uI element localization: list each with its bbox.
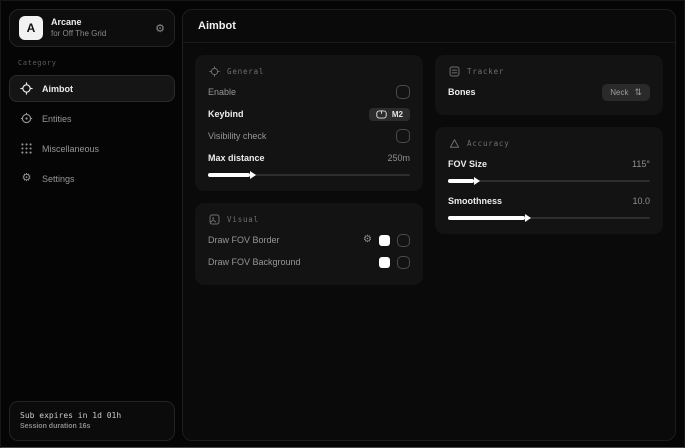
triangle-icon: [448, 137, 460, 149]
smoothness-slider-fill: [448, 216, 525, 220]
app-window: A Arcane for Off The Grid ⚙ Category Aim…: [0, 0, 685, 448]
entities-icon: [20, 112, 33, 125]
tracker-card: Tracker Bones Neck ⇅: [435, 55, 663, 115]
app-logo: A: [19, 16, 43, 40]
app-subtitle: for Off The Grid: [51, 29, 147, 39]
bones-label: Bones: [448, 87, 476, 97]
sidebar-nav: Aimbot Entities: [9, 75, 175, 192]
keybind-value: M2: [392, 110, 403, 119]
smoothness-row: Smoothness 10.0: [448, 190, 650, 212]
fov-size-slider[interactable]: [448, 177, 650, 185]
fov-size-label: FOV Size: [448, 159, 487, 169]
layers-icon: [448, 65, 460, 77]
sidebar-item-label: Entities: [42, 114, 72, 124]
category-label: Category: [18, 59, 175, 67]
visibility-check-row: Visibility check: [208, 125, 410, 147]
keybind-row: Keybind M2: [208, 103, 410, 125]
bones-select[interactable]: Neck ⇅: [602, 84, 650, 101]
enable-checkbox[interactable]: [396, 85, 410, 99]
enable-row: Enable: [208, 81, 410, 103]
sidebar-item-aimbot[interactable]: Aimbot: [9, 75, 175, 102]
general-card: General Enable Keybind M2: [195, 55, 423, 191]
sidebar-item-label: Aimbot: [42, 84, 73, 94]
smoothness-label: Smoothness: [448, 196, 502, 206]
image-icon: [208, 213, 220, 225]
visibility-check-checkbox[interactable]: [396, 129, 410, 143]
gear-icon: ⚙: [20, 172, 33, 185]
crosshair-icon: [208, 65, 220, 77]
fov-border-gear-icon[interactable]: ⚙: [363, 235, 372, 245]
card-title-general: General: [227, 67, 264, 76]
max-distance-slider[interactable]: [208, 171, 410, 179]
sidebar-item-label: Miscellaneous: [42, 144, 99, 154]
keybind-label: Keybind: [208, 109, 244, 119]
settings-gear-icon[interactable]: ⚙: [155, 22, 165, 35]
draw-fov-border-row: Draw FOV Border ⚙: [208, 229, 410, 251]
fov-size-row: FOV Size 115°: [448, 153, 650, 175]
sidebar-item-label: Settings: [42, 174, 75, 184]
main-header: Aimbot: [183, 10, 675, 43]
main-panel: Aimbot General: [182, 9, 676, 441]
max-distance-slider-fill: [208, 173, 250, 177]
sidebar-item-entities[interactable]: Entities: [9, 105, 175, 132]
fov-border-color-swatch[interactable]: [379, 235, 390, 246]
crosshair-icon: [20, 82, 33, 95]
card-title-accuracy: Accuracy: [467, 139, 510, 148]
draw-fov-background-label: Draw FOV Background: [208, 257, 301, 267]
enable-label: Enable: [208, 87, 236, 97]
sidebar: A Arcane for Off The Grid ⚙ Category Aim…: [9, 9, 175, 441]
brand-card: A Arcane for Off The Grid ⚙: [9, 9, 175, 47]
accuracy-card: Accuracy FOV Size 115° Smoothness 10.0: [435, 127, 663, 234]
bones-row: Bones Neck ⇅: [448, 81, 650, 103]
max-distance-label: Max distance: [208, 153, 265, 163]
subscription-card: Sub expires in 1d 01h Session duration 1…: [9, 401, 175, 442]
draw-fov-border-checkbox[interactable]: [397, 234, 410, 247]
app-title: Arcane: [51, 17, 147, 28]
visual-card: Visual Draw FOV Border ⚙ Draw FOV Backgr…: [195, 203, 423, 285]
session-duration-text: Session duration 16s: [20, 422, 164, 433]
mouse-icon: [376, 110, 387, 119]
max-distance-row: Max distance 250m: [208, 147, 410, 169]
smoothness-slider[interactable]: [448, 214, 650, 222]
page-title: Aimbot: [198, 20, 236, 32]
sidebar-item-miscellaneous[interactable]: Miscellaneous: [9, 135, 175, 162]
bones-selected-value: Neck: [610, 88, 628, 97]
draw-fov-background-checkbox[interactable]: [397, 256, 410, 269]
sidebar-item-settings[interactable]: ⚙ Settings: [9, 165, 175, 192]
draw-fov-background-row: Draw FOV Background: [208, 251, 410, 273]
card-title-visual: Visual: [227, 215, 259, 224]
updown-arrows-icon: ⇅: [634, 87, 642, 98]
fov-size-slider-fill: [448, 179, 474, 183]
visibility-check-label: Visibility check: [208, 131, 266, 141]
sub-expires-text: Sub expires in 1d 01h: [20, 410, 164, 422]
keybind-badge[interactable]: M2: [369, 108, 410, 121]
smoothness-value: 10.0: [632, 196, 650, 206]
fov-size-value: 115°: [632, 159, 650, 169]
fov-background-color-swatch[interactable]: [379, 257, 390, 268]
card-title-tracker: Tracker: [467, 67, 504, 76]
max-distance-value: 250m: [387, 153, 410, 163]
grid-icon: [20, 142, 33, 155]
draw-fov-border-label: Draw FOV Border: [208, 235, 280, 245]
